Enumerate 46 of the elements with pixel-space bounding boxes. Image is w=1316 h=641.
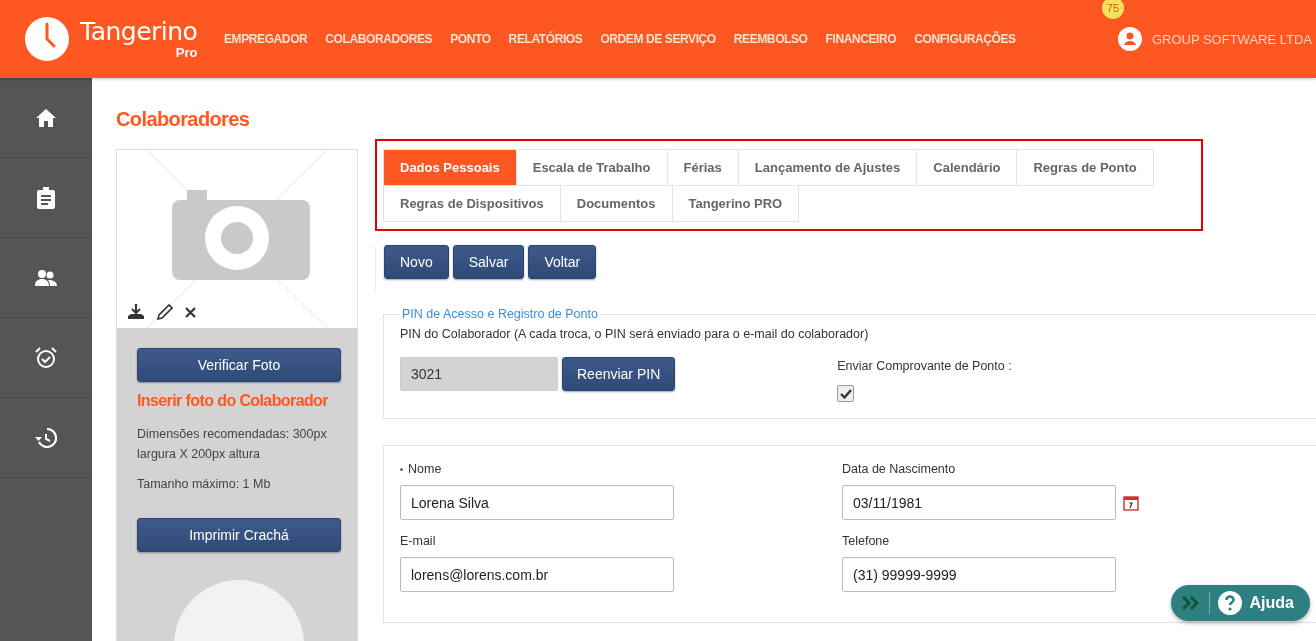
double-chevron-icon <box>1180 596 1201 610</box>
logo-text: Tangerino <box>80 18 198 46</box>
action-button[interactable]: Novo <box>384 245 449 279</box>
tab[interactable]: Regras de Ponto <box>1016 149 1154 186</box>
text-field[interactable]: lorens@lorens.com.br <box>400 557 674 592</box>
field-label: Enviar Comprovante de Ponto : <box>837 359 1012 373</box>
clipboard-icon <box>37 186 55 209</box>
text-field[interactable]: 03/11/1981 <box>842 485 1116 520</box>
clock-logo-icon <box>24 16 70 62</box>
tab[interactable]: Tangerino PRO <box>671 185 800 222</box>
receipt-checkbox[interactable] <box>837 385 855 402</box>
pin-field[interactable]: 3021 <box>400 357 558 391</box>
alarm-clock-icon <box>35 346 57 369</box>
text-field[interactable]: Lorena Silva <box>400 485 674 520</box>
calendar-icon[interactable] <box>1123 494 1139 511</box>
user-avatar-icon[interactable] <box>1117 27 1142 51</box>
home-icon <box>36 108 56 127</box>
action-button[interactable]: Voltar <box>528 245 597 279</box>
tab[interactable]: Regras de Dispositivos <box>383 185 561 222</box>
field-label: E-mail <box>400 534 436 548</box>
field-label: Nome <box>408 462 442 476</box>
section-legend: PIN de Acesso e Registro de Ponto <box>400 307 600 321</box>
resend-pin-button[interactable]: Reenviar PIN <box>562 357 676 391</box>
photo-note: Tamanho máximo: 1 Mb <box>137 476 272 493</box>
field-label: PIN do Colaborador (A cada troca, o PIN será enviado para o e-mail do colaborador) <box>400 327 870 341</box>
photo-heading: Inserir foto do Colaborador <box>137 392 330 410</box>
text-field[interactable]: (31) 99999-9999 <box>842 557 1116 592</box>
download-icon[interactable] <box>127 304 145 320</box>
close-icon[interactable] <box>185 306 196 318</box>
logo-subtitle: Pro <box>175 46 198 60</box>
tab[interactable]: Calendário <box>916 149 1018 186</box>
action-button[interactable]: Salvar <box>452 245 525 279</box>
edit-icon[interactable] <box>157 304 173 320</box>
history-icon <box>35 427 57 448</box>
page-title: Colaboradores <box>116 108 251 131</box>
print-badge-button[interactable]: Imprimir Crachá <box>137 518 341 552</box>
tab[interactable]: Dados Pessoais <box>383 149 517 186</box>
people-icon <box>35 269 57 286</box>
field-label: Telefone <box>842 534 890 548</box>
help-icon <box>1217 591 1242 615</box>
field-label: Data de Nascimento <box>842 462 956 476</box>
verify-photo-button[interactable]: Verificar Foto <box>137 348 341 382</box>
notification-badge: 75 <box>1101 0 1124 19</box>
photo-note: Dimensões recomendadas: 300px largura X 200px altura <box>137 426 328 463</box>
tab[interactable]: Lançamento de Ajustes <box>737 149 918 186</box>
help-button[interactable]: Ajuda <box>1170 585 1310 621</box>
